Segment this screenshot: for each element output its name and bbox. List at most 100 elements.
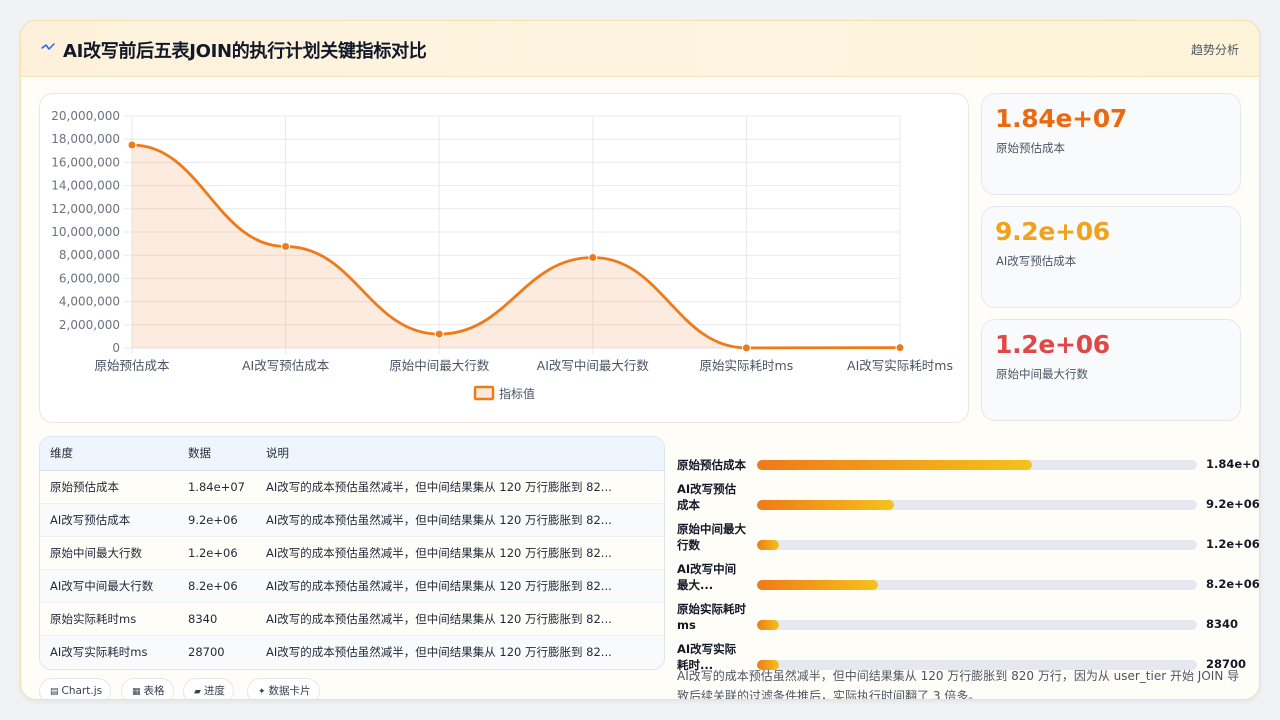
table-icon: ▦ (132, 687, 141, 697)
table-cell-description: AI改写的成本预估虽然减半，但中间结果集从 120 万行膨胀到 82... (256, 470, 664, 504)
bar-track (757, 540, 1197, 550)
kpi-label: 原始预估成本 (996, 141, 1065, 155)
bar-fill (757, 580, 878, 590)
bar-label: AI改写预估 成本 (677, 481, 755, 513)
series-area (132, 145, 900, 348)
kpi-value: 9.2e+06 (995, 217, 1110, 246)
analysis-note: AI改写的成本预估虽然减半，但中间结果集从 120 万行膨胀到 820 万行，因… (677, 669, 1240, 700)
table-cell-data: 8.2e+06 (178, 569, 256, 603)
bar-fill (757, 500, 895, 510)
bar-fill (757, 540, 779, 550)
trend-analysis-link[interactable]: 趋势分析 (1191, 41, 1239, 58)
kpi-card: 1.84e+07 原始预估成本 (981, 93, 1241, 195)
data-point (434, 329, 444, 339)
y-tick-label: 10,000,000 (51, 225, 120, 239)
y-tick-label: 16,000,000 (51, 155, 120, 169)
kpi-card: 9.2e+06 AI改写预估成本 (981, 206, 1241, 308)
table-cell-data: 1.2e+06 (178, 536, 256, 570)
chip-sparkle[interactable]: ✦ 数据卡片 (247, 678, 320, 699)
sparkle-icon: ✦ (258, 687, 266, 697)
bar-label-line: AI改写预估 (677, 482, 737, 496)
data-table-panel: 维度 数据 说明 原始预估成本 1.84e+07 AI改写的成本预估虽然减半，但中间… (39, 436, 665, 670)
table-cell-description: AI改写的成本预估虽然减半，但中间结果集从 120 万行膨胀到 82... (266, 644, 612, 659)
data-table: 维度 数据 说明 原始预估成本 1.84e+07 AI改写的成本预估虽然减半，但中间… (40, 437, 664, 668)
legend-swatch (473, 385, 495, 401)
x-tick-label: AI改写实际耗时ms (847, 358, 953, 373)
bar-value: 9.2e+06 (1206, 497, 1260, 511)
table-cell-data: 28700 (188, 644, 225, 659)
table-row: 原始中间最大行数 1.2e+06 AI改写的成本预估虽然减半，但中间结果集从 120… (40, 536, 664, 570)
bar-track (757, 460, 1197, 470)
y-tick-label: 6,000,000 (59, 271, 120, 285)
bar-value: 8.2e+06 (1206, 577, 1260, 591)
data-point (741, 343, 751, 353)
bar-row: AI改写中间 最大... 8.2e+06 (677, 551, 1259, 592)
bar-row: 原始预估成本1.84e+07 (677, 431, 1259, 472)
chip-folder[interactable]: ▰ 进度 (183, 678, 234, 699)
bar-label: 原始中间最大 行数 (677, 521, 755, 553)
progress-bar-list: 原始预估成本1.84e+07 AI改写预估成本 9.2e+06 原始中间最大行数 1.2… (677, 431, 1259, 672)
bar-row: AI改写实际 耗时... 28700 (677, 631, 1259, 672)
y-tick-label: 0 (112, 341, 120, 355)
chip-label: 表格 (143, 685, 165, 697)
kpi-label: 原始中间最大行数 (996, 367, 1088, 381)
data-point (895, 343, 905, 353)
legend-label: 指标值 (499, 386, 535, 401)
report-card: AI改写前后五表JOIN的执行计划关键指标对比 趋势分析 0 2,000,000 4… (20, 20, 1260, 700)
bar-value: 1.84e+07 (1206, 457, 1260, 471)
table-cell-dimension: AI改写实际耗时ms (50, 644, 148, 659)
y-tick-label: 12,000,000 (51, 202, 120, 216)
bar-value: 8340 (1206, 617, 1239, 631)
table-row: AI改写预估成本 9.2e+06 AI改写的成本预估虽然减半，但中间结果集从 120… (40, 503, 664, 537)
x-tick-label: 原始预估成本 (94, 358, 170, 373)
chip-label: 数据卡片 (268, 685, 311, 697)
table-cell-dimension: 原始预估成本 (40, 470, 178, 504)
page-title: AI改写前后五表JOIN的执行计划关键指标对比 (63, 41, 427, 62)
table-cell-data: 8340 (178, 602, 256, 636)
table-row: 原始预估成本 1.84e+07 AI改写的成本预估虽然减半，但中间结果集从 120 … (40, 470, 664, 504)
chip-table[interactable]: ▦ 表格 (121, 678, 174, 699)
x-tick-label: 原始中间最大行数 (389, 358, 490, 373)
table-cell-description: AI改写的成本预估虽然减半，但中间结果集从 120 万行膨胀到 82... (256, 503, 664, 537)
chip-label: 进度 (203, 685, 225, 697)
table-header-description: 说明 (256, 437, 664, 471)
bar-track (757, 500, 1197, 510)
y-tick-label: 2,000,000 (59, 318, 120, 332)
bar-row: 原始中间最大 行数 1.2e+06 (677, 511, 1259, 552)
bar-track (757, 620, 1197, 630)
bar-label-line: AI改写实际 (677, 642, 737, 656)
chart-icon: ▤ (50, 687, 59, 697)
table-header-data: 数据 (178, 437, 256, 471)
y-tick-label: 8,000,000 (59, 248, 120, 262)
y-tick-label: 14,000,000 (51, 179, 120, 193)
line-chart: 0 2,000,000 4,000,000 6,000,000 8,000,000 10,… (51, 109, 953, 401)
table-header-row: 维度 数据 说明 (40, 437, 664, 471)
table-cell-dimension: 原始中间最大行数 (40, 536, 178, 570)
data-point (127, 140, 137, 150)
chip-chart[interactable]: ▤ Chart.js (39, 678, 112, 699)
y-tick-label: 20,000,000 (51, 109, 120, 123)
bar-label: 原始实际耗时 ms (677, 601, 755, 633)
bar-label-line: 原始中间最大 (677, 522, 746, 536)
bar-label: AI改写中间 最大... (677, 561, 755, 593)
bar-value: 1.2e+06 (1206, 537, 1260, 551)
table-cell-data: 9.2e+06 (178, 503, 256, 537)
table-cell-description: AI改写的成本预估虽然减半，但中间结果集从 120 万行膨胀到 82... (256, 569, 664, 603)
folder-icon: ▰ (194, 687, 201, 697)
x-tick-label: AI改写预估成本 (242, 358, 330, 373)
table-cell-description: AI改写的成本预估虽然减半，但中间结果集从 120 万行膨胀到 82... (256, 602, 664, 636)
bar-label-line: AI改写中间 (677, 562, 737, 576)
data-point (588, 253, 598, 263)
y-tick-label: 18,000,000 (51, 132, 120, 146)
bar-fill (757, 620, 779, 630)
table-row: AI改写中间最大行数 8.2e+06 AI改写的成本预估虽然减半，但中间结果集从 1… (40, 569, 664, 603)
kpi-value: 1.84e+07 (995, 104, 1127, 133)
trend-line-icon (41, 43, 55, 50)
table-row: AI改写实际耗时ms 28700 AI改写的成本预估虽然减半，但中间结果集从 120… (40, 635, 664, 668)
bar-row: AI改写预估 成本 9.2e+06 (677, 471, 1259, 512)
card-header: AI改写前后五表JOIN的执行计划关键指标对比 趋势分析 (21, 21, 1259, 77)
x-tick-label: AI改写中间最大行数 (537, 358, 650, 373)
table-cell-data: 1.84e+07 (178, 470, 256, 504)
kpi-value: 1.2e+06 (995, 330, 1110, 359)
table-row: 原始实际耗时ms 8340 AI改写的成本预估虽然减半，但中间结果集从 120 万行… (40, 602, 664, 636)
